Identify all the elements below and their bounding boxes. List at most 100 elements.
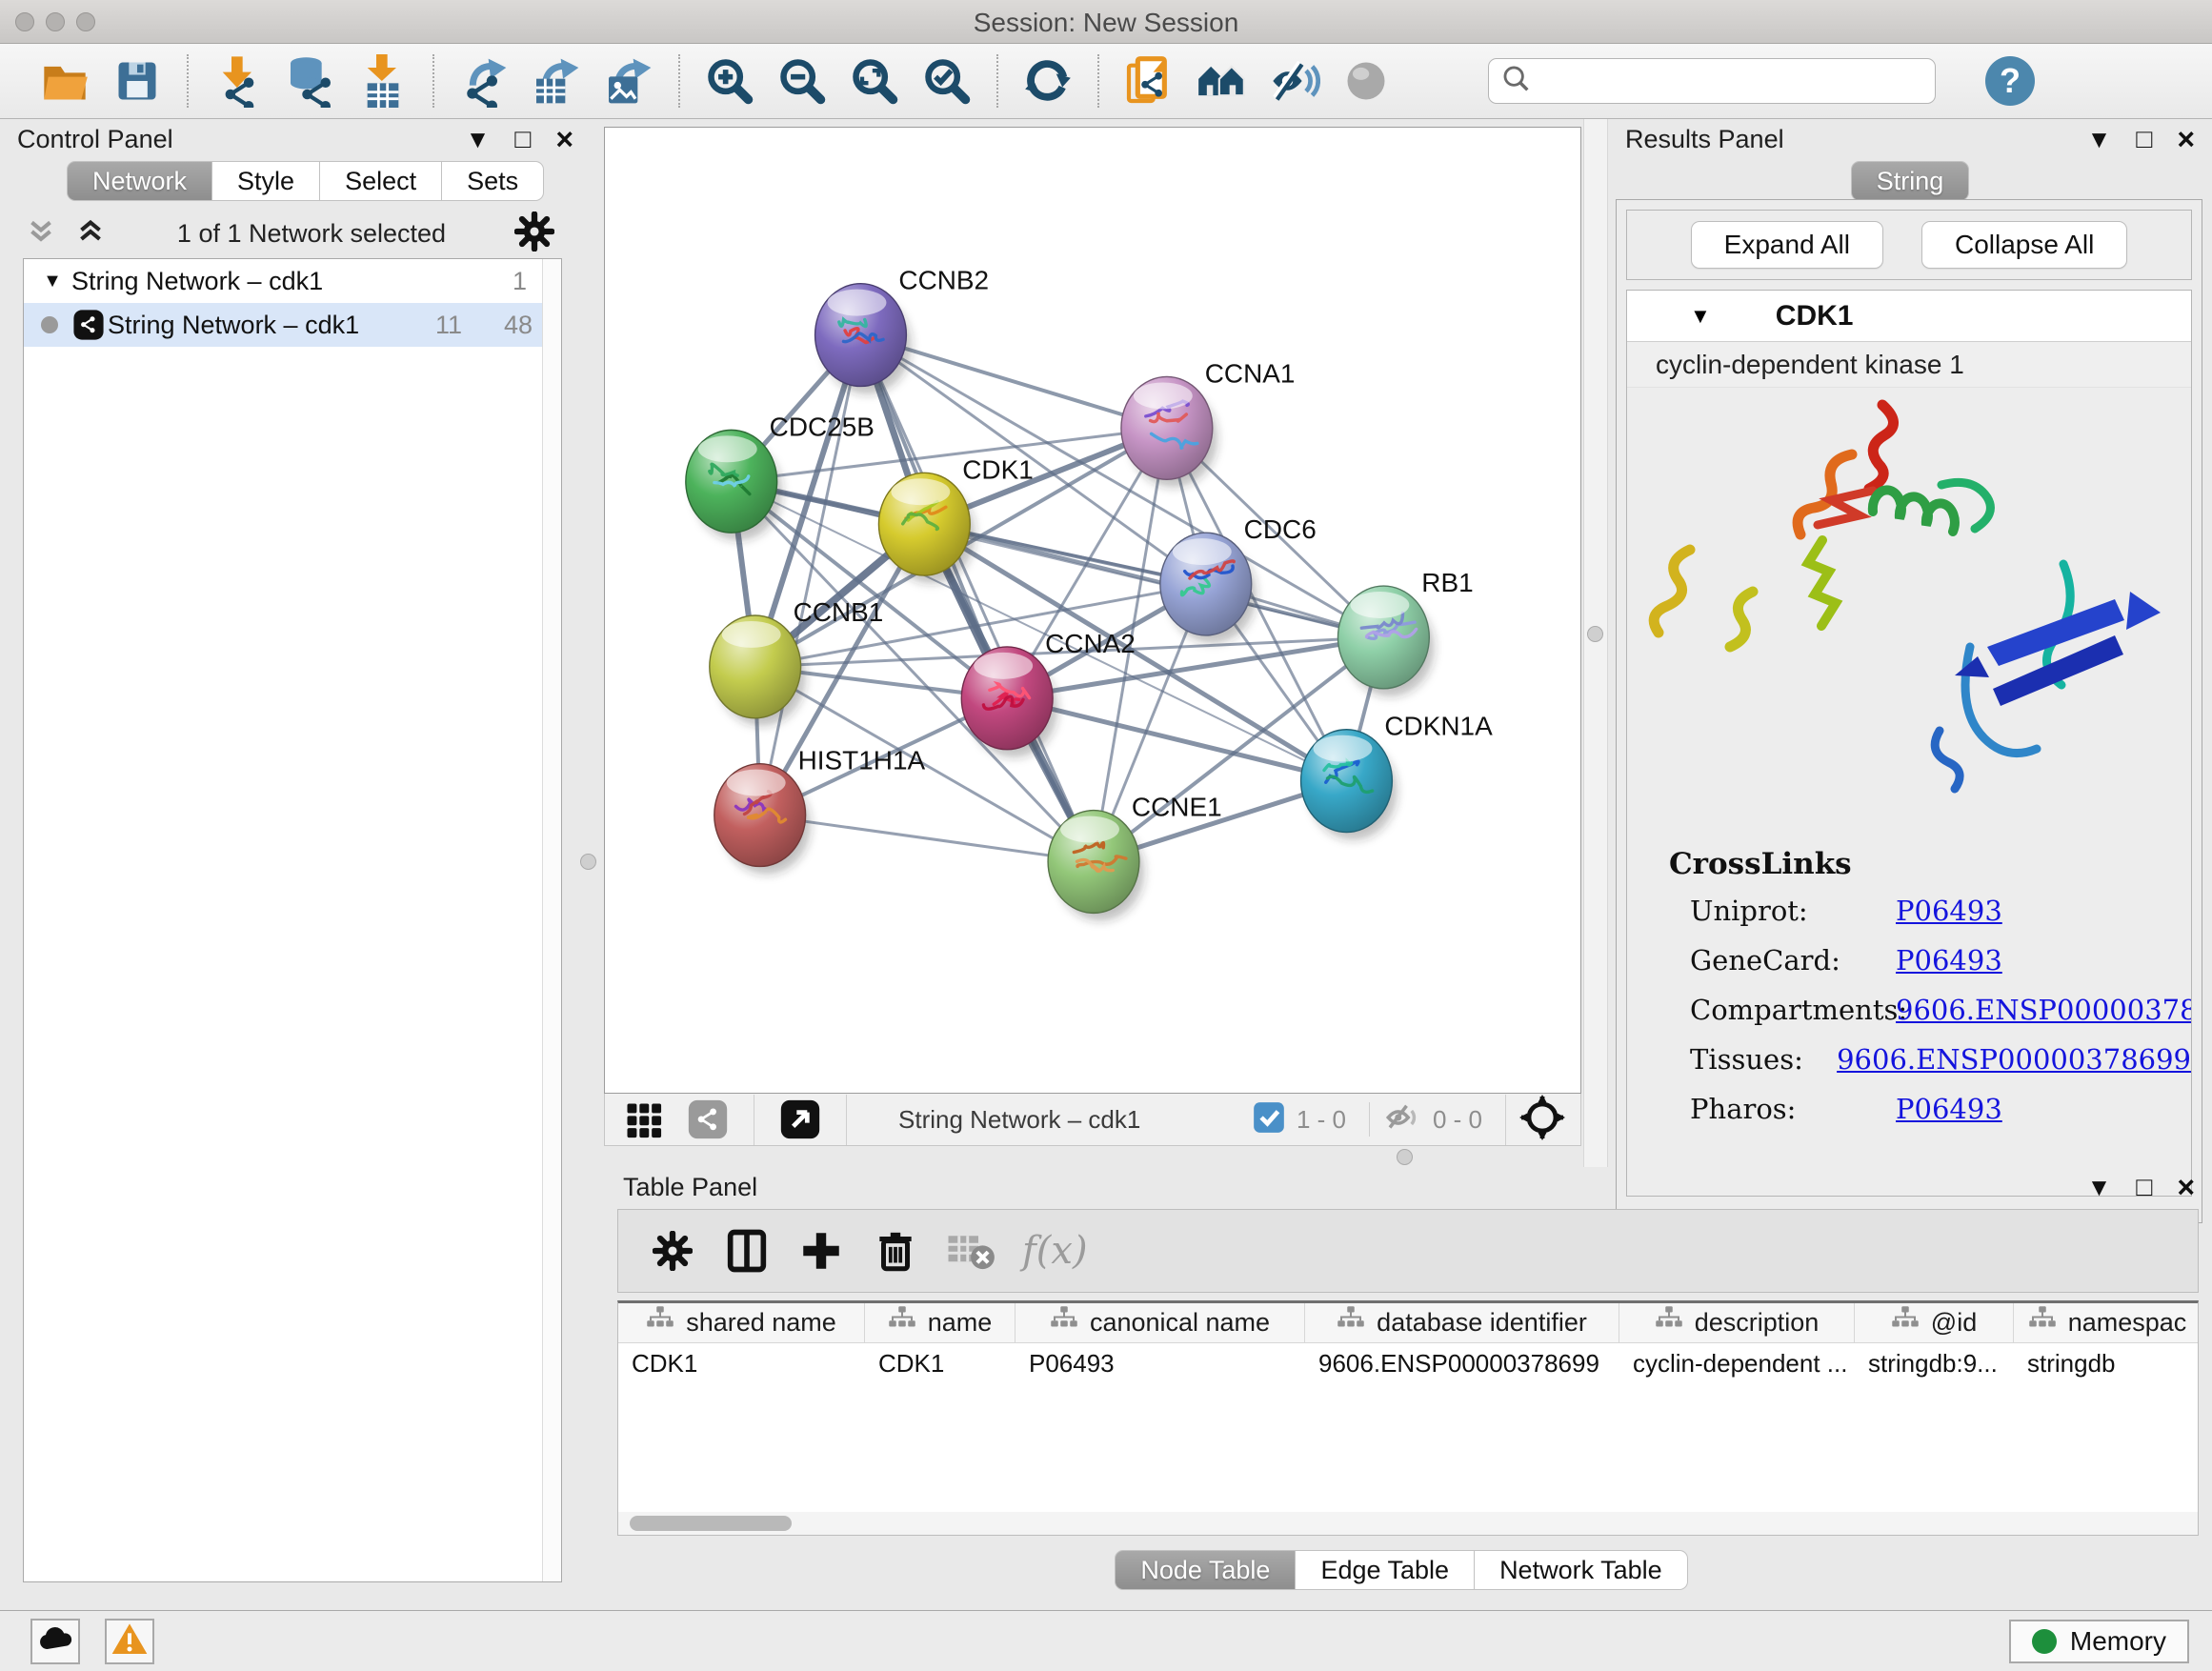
- tree-expand-caret-icon[interactable]: ▼: [33, 271, 71, 292]
- network-node-CCNB2[interactable]: CCNB2: [815, 266, 990, 394]
- crosslink-link[interactable]: P06493: [1896, 895, 2002, 927]
- crosslink-row: Uniprot: P06493: [1690, 895, 2191, 927]
- table-panel-float-icon[interactable]: □: [2136, 1172, 2152, 1202]
- zoom-in-icon[interactable]: [699, 52, 760, 110]
- tab-network-table[interactable]: Network Table: [1475, 1550, 1688, 1590]
- zoom-selected-icon[interactable]: [916, 52, 977, 110]
- column-header-namespac[interactable]: namespac: [2014, 1303, 2199, 1342]
- table-options-gear-icon[interactable]: [643, 1221, 702, 1280]
- expand-all-networks-icon[interactable]: [72, 213, 109, 254]
- crosslink-link[interactable]: 9606.ENSP00000378699: [1896, 994, 2192, 1026]
- network-node-CCNE1[interactable]: CCNE1: [1048, 793, 1222, 921]
- add-column-icon[interactable]: [792, 1221, 851, 1280]
- control-panel-close-icon[interactable]: ×: [555, 122, 573, 157]
- node-label: RB1: [1421, 568, 1473, 597]
- network-tree-scrollbar[interactable]: [542, 259, 561, 1581]
- network-node-CDC6[interactable]: CDC6: [1160, 514, 1317, 643]
- function-builder-icon[interactable]: f(x): [1022, 1229, 1088, 1273]
- network-edge[interactable]: [760, 335, 861, 815]
- memory-button[interactable]: Memory: [2009, 1620, 2189, 1663]
- tab-edge-table[interactable]: Edge Table: [1296, 1550, 1475, 1590]
- column-header--id[interactable]: @id: [1855, 1303, 2014, 1342]
- zoom-fit-icon[interactable]: [844, 52, 905, 110]
- network-canvas[interactable]: CCNB2 CCNA1 CDC25B CDK1 CDC6 RB1 CCNB1: [604, 127, 1581, 1094]
- warnings-button[interactable]: [105, 1619, 154, 1664]
- collapse-all-button[interactable]: Collapse All: [1921, 221, 2127, 269]
- delete-table-icon[interactable]: [940, 1221, 999, 1280]
- save-session-icon[interactable]: [107, 52, 168, 110]
- help-button[interactable]: ?: [1985, 56, 2035, 106]
- tab-network[interactable]: Network: [67, 161, 212, 201]
- network-edge[interactable]: [860, 335, 1094, 862]
- column-header-canonical-name[interactable]: canonical name: [1016, 1303, 1305, 1342]
- toggle-views-icon[interactable]: [1336, 52, 1397, 110]
- network-share-icon[interactable]: [683, 1090, 733, 1149]
- hidden-eye-slash-icon[interactable]: [1383, 1097, 1423, 1142]
- table-hscrollbar[interactable]: [618, 1512, 2198, 1535]
- crosslink-link[interactable]: 9606.ENSP00000378699: [1837, 1043, 2191, 1076]
- export-image-icon[interactable]: [598, 52, 659, 110]
- column-header-database-identifier[interactable]: database identifier: [1305, 1303, 1619, 1342]
- results-panel-collapse-icon[interactable]: ▼: [2087, 125, 2112, 154]
- crosslink-link[interactable]: P06493: [1896, 1093, 2002, 1125]
- show-columns-icon[interactable]: [717, 1221, 776, 1280]
- home-icon[interactable]: [1191, 52, 1252, 110]
- crosslink-link[interactable]: P06493: [1896, 944, 2002, 976]
- network-node-CCNA1[interactable]: CCNA1: [1121, 358, 1296, 487]
- network-options-gear-icon[interactable]: [514, 211, 554, 256]
- node-label: CDC6: [1244, 514, 1317, 544]
- right-splitter[interactable]: [1583, 119, 1608, 1167]
- table-panel-close-icon[interactable]: ×: [2177, 1170, 2195, 1205]
- tab-style[interactable]: Style: [212, 161, 320, 201]
- network-tree-row[interactable]: String Network – cdk1 11 48: [24, 303, 561, 347]
- cloud-button[interactable]: [30, 1619, 80, 1664]
- search-input[interactable]: [1533, 67, 1914, 96]
- open-in-window-icon[interactable]: [775, 1090, 825, 1149]
- bottom-splitter-handle[interactable]: [1397, 1149, 1413, 1165]
- control-panel-float-icon[interactable]: □: [514, 124, 531, 154]
- table-row[interactable]: CDK1CDK1P064939606.ENSP00000378699cyclin…: [618, 1343, 2198, 1385]
- left-splitter-handle[interactable]: [580, 854, 596, 870]
- export-network-icon[interactable]: [453, 52, 514, 110]
- refresh-icon[interactable]: [1017, 52, 1078, 110]
- import-network-database-icon[interactable]: [280, 52, 341, 110]
- results-panel-close-icon[interactable]: ×: [2177, 122, 2195, 157]
- column-header-shared-name[interactable]: shared name: [618, 1303, 865, 1342]
- node-label: CCNE1: [1132, 793, 1222, 822]
- column-header-description[interactable]: description: [1619, 1303, 1855, 1342]
- crosslink-label: Uniprot:: [1690, 895, 1896, 927]
- network-node-HIST1H1A[interactable]: HIST1H1A: [714, 746, 926, 875]
- control-panel-collapse-icon[interactable]: ▼: [466, 125, 491, 154]
- table-panel-collapse-icon[interactable]: ▼: [2087, 1173, 2112, 1202]
- node-table-header: shared namenamecanonical namedatabase id…: [618, 1303, 2198, 1343]
- tab-node-table[interactable]: Node Table: [1115, 1550, 1296, 1590]
- tab-sets[interactable]: Sets: [442, 161, 544, 201]
- fit-content-crosshair-icon[interactable]: [1519, 1095, 1565, 1145]
- network-status-dot-icon: [41, 316, 58, 333]
- collapse-all-networks-icon[interactable]: [23, 213, 59, 254]
- tab-string[interactable]: String: [1851, 161, 1970, 201]
- right-splitter-handle[interactable]: [1587, 626, 1603, 642]
- zoom-out-icon[interactable]: [772, 52, 833, 110]
- network-node-RB1[interactable]: RB1: [1337, 568, 1473, 696]
- export-table-icon[interactable]: [526, 52, 587, 110]
- gene-entry-collapse-caret-icon[interactable]: ▼: [1690, 304, 1711, 329]
- selected-checkbox-icon[interactable]: [1251, 1099, 1287, 1140]
- collection-count: 1: [473, 267, 527, 296]
- gene-description: cyclin-dependent kinase 1: [1627, 342, 2191, 388]
- network-tree-row[interactable]: ▼ String Network – cdk1 1: [24, 259, 561, 303]
- birdseye-grid-icon[interactable]: [618, 1090, 668, 1149]
- open-session-icon[interactable]: [34, 52, 95, 110]
- import-network-file-icon[interactable]: [208, 52, 269, 110]
- share-document-icon[interactable]: [1118, 52, 1179, 110]
- hide-selected-icon[interactable]: [1263, 52, 1324, 110]
- search-box[interactable]: [1488, 58, 1936, 104]
- network-node-CDKN1A[interactable]: CDKN1A: [1301, 712, 1494, 840]
- tab-select[interactable]: Select: [320, 161, 442, 201]
- table-hscrollbar-thumb[interactable]: [630, 1516, 792, 1531]
- results-panel-float-icon[interactable]: □: [2136, 124, 2152, 154]
- column-header-name[interactable]: name: [865, 1303, 1016, 1342]
- import-table-file-icon[interactable]: [352, 52, 413, 110]
- delete-column-trash-icon[interactable]: [866, 1221, 925, 1280]
- expand-all-button[interactable]: Expand All: [1691, 221, 1883, 269]
